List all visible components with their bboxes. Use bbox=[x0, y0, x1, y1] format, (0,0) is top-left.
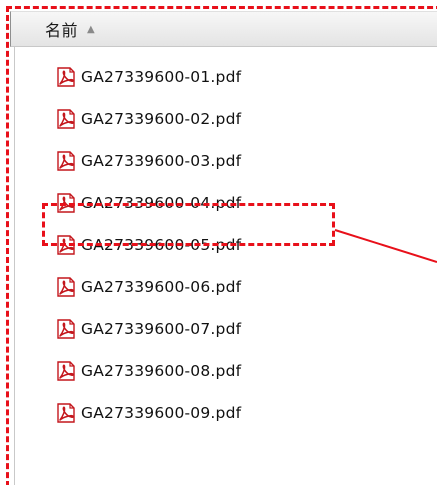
pdf-file-icon bbox=[57, 109, 75, 129]
file-row[interactable]: GA27339600-02.pdf bbox=[47, 105, 241, 133]
pdf-file-icon bbox=[57, 361, 75, 381]
column-header-label: 名前 bbox=[45, 21, 79, 40]
file-name: GA27339600-02.pdf bbox=[81, 110, 242, 128]
file-name: GA27339600-06.pdf bbox=[81, 278, 242, 296]
pdf-file-icon bbox=[57, 319, 75, 339]
file-name: GA27339600-05.pdf bbox=[81, 236, 242, 254]
pdf-file-icon bbox=[57, 277, 75, 297]
file-name: GA27339600-03.pdf bbox=[81, 152, 242, 170]
file-name: GA27339600-07.pdf bbox=[81, 320, 242, 338]
file-name: GA27339600-08.pdf bbox=[81, 362, 242, 380]
column-header-name[interactable]: 名前 ▲ bbox=[10, 11, 437, 47]
pdf-file-icon bbox=[57, 193, 75, 213]
file-name: GA27339600-09.pdf bbox=[81, 404, 242, 422]
pdf-file-icon bbox=[57, 67, 75, 87]
file-row[interactable]: GA27339600-06.pdf bbox=[47, 273, 241, 301]
file-row[interactable]: GA27339600-09.pdf bbox=[47, 399, 241, 427]
file-row[interactable]: GA27339600-05.pdf bbox=[47, 231, 241, 259]
screenshot-canvas: 名前 ▲ GA27339600-01.pdf GA27339600-02.pdf… bbox=[0, 0, 437, 485]
file-row[interactable]: GA27339600-07.pdf bbox=[47, 315, 241, 343]
pdf-file-icon bbox=[57, 151, 75, 171]
file-name: GA27339600-01.pdf bbox=[81, 68, 242, 86]
file-name: GA27339600-04.pdf bbox=[81, 194, 242, 212]
file-row-highlighted[interactable]: GA27339600-04.pdf bbox=[47, 189, 241, 217]
sort-ascending-icon: ▲ bbox=[87, 23, 95, 35]
file-list: GA27339600-01.pdf GA27339600-02.pdf GA27… bbox=[47, 63, 241, 441]
file-row[interactable]: GA27339600-03.pdf bbox=[47, 147, 241, 175]
file-row[interactable]: GA27339600-08.pdf bbox=[47, 357, 241, 385]
pdf-file-icon bbox=[57, 235, 75, 255]
file-row[interactable]: GA27339600-01.pdf bbox=[47, 63, 241, 91]
pdf-file-icon bbox=[57, 403, 75, 423]
